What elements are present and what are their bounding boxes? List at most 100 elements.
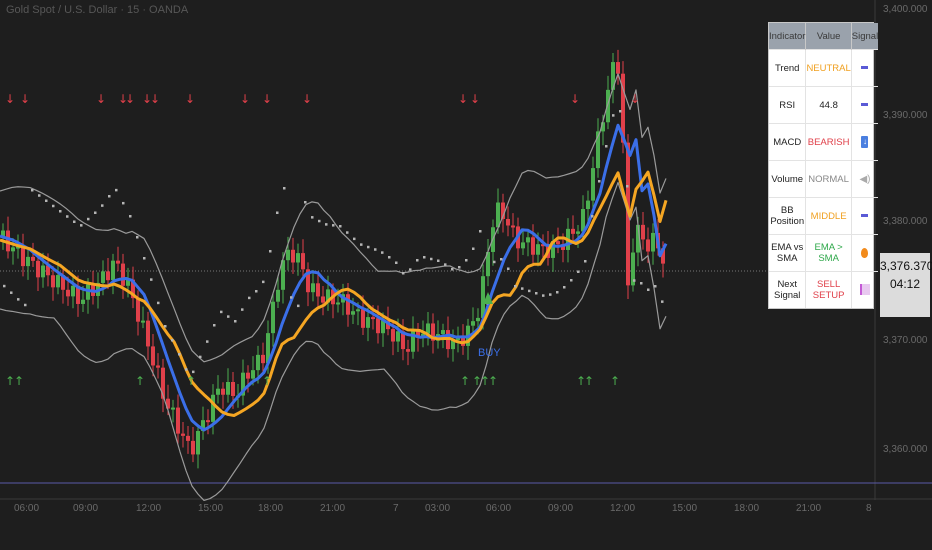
- sar-dot: [297, 304, 300, 308]
- bar-countdown: 04:12: [889, 277, 921, 291]
- sar-dot: [423, 256, 426, 259]
- sar-dot: [38, 194, 41, 197]
- indicator-name: Volume: [769, 160, 807, 198]
- candle-body: [411, 330, 415, 352]
- sar-dot: [213, 324, 216, 327]
- panel-row-next-signal: Next Signal SELL SETUP: [769, 271, 879, 308]
- sar-dot: [248, 296, 251, 300]
- signal-cell: [851, 271, 879, 308]
- candle-body: [191, 440, 195, 455]
- candle-body: [406, 349, 410, 352]
- candle-body: [471, 321, 475, 326]
- indicator-name: BB Position: [769, 197, 807, 235]
- candle-body: [116, 260, 120, 264]
- sar-dot: [227, 315, 230, 318]
- sar-dot: [388, 256, 391, 259]
- candle-body: [616, 62, 620, 74]
- sar-dot: [647, 288, 650, 291]
- signal-cell: ↓: [851, 123, 879, 161]
- current-price-badge: 3,376.370 04:12: [880, 253, 932, 317]
- sell-arrow-icon: ↓: [302, 92, 312, 106]
- candle-body: [71, 285, 75, 297]
- sar-dot: [374, 248, 377, 251]
- panel-row-volume: Volume NORMAL ◀): [769, 160, 879, 198]
- candle-body: [396, 331, 400, 342]
- sell-arrow-icon: ↓: [240, 92, 250, 106]
- sar-dot: [577, 270, 580, 273]
- signal-cell: [851, 234, 879, 272]
- sar-dot: [108, 195, 111, 198]
- indicator-value: 44.8: [805, 86, 852, 124]
- candle-body: [351, 311, 355, 315]
- buy-arrow-icon: ↑: [14, 374, 24, 388]
- candle-body: [646, 239, 650, 252]
- signal-cell: [851, 86, 879, 124]
- x-tick: 06:00: [14, 503, 40, 514]
- indicator-name: RSI: [769, 86, 807, 124]
- candle-body: [571, 228, 575, 234]
- sar-dot: [129, 215, 132, 218]
- candle-body: [21, 246, 25, 267]
- sar-dot: [262, 280, 265, 284]
- sar-dot: [73, 220, 76, 223]
- candle-body: [591, 168, 595, 201]
- sar-dot: [521, 287, 524, 290]
- sar-dot: [171, 339, 174, 342]
- sar-dot: [661, 300, 664, 303]
- x-tick: 12:00: [136, 503, 162, 514]
- candle-body: [66, 289, 70, 297]
- y-tick: 3,370.000: [883, 335, 928, 346]
- sar-dot: [437, 259, 440, 262]
- candle-body: [261, 354, 265, 364]
- candle-body: [371, 317, 375, 320]
- sar-dot: [185, 368, 188, 371]
- x-tick: 12:00: [610, 503, 636, 514]
- sar-dot: [654, 285, 657, 288]
- current-price: 3,376.370: [880, 259, 932, 273]
- x-tick: 15:00: [198, 503, 224, 514]
- candle-body: [361, 309, 365, 328]
- x-tick: 06:00: [486, 503, 512, 514]
- buy-arrow-icon: ↑: [262, 374, 272, 388]
- sar-dot: [528, 289, 531, 293]
- indicator-name: MACD: [769, 123, 807, 161]
- buy-arrow-icon: ↑: [584, 374, 594, 388]
- candle-body: [321, 296, 325, 303]
- x-tick: 09:00: [73, 503, 99, 514]
- signal-cell: [851, 197, 879, 235]
- sar-dot: [290, 296, 293, 299]
- sar-dot: [255, 290, 258, 293]
- bollinger-upper: [0, 73, 667, 363]
- sar-dot: [66, 215, 69, 218]
- candle-body: [481, 276, 485, 318]
- sar-dot: [94, 211, 97, 214]
- sar-dot: [472, 247, 475, 250]
- sar-dot: [3, 284, 6, 288]
- sar-dot: [465, 259, 468, 262]
- dash-icon: [861, 214, 869, 218]
- candle-body: [296, 253, 300, 263]
- candle-body: [276, 289, 280, 302]
- sar-dot: [451, 268, 454, 271]
- sar-dot: [311, 216, 314, 219]
- candle-body: [366, 317, 370, 328]
- dash-icon: [861, 103, 869, 107]
- dash-icon: [861, 66, 869, 70]
- y-tick: 3,380.000: [883, 216, 928, 227]
- candle-body: [196, 431, 200, 455]
- candle-body: [221, 388, 225, 395]
- candle-body: [146, 320, 150, 347]
- sar-dot: [178, 353, 181, 356]
- candle-body: [301, 253, 305, 270]
- sar-dot: [143, 257, 146, 260]
- candle-body: [106, 271, 110, 281]
- candle-body: [121, 263, 125, 286]
- sar-dot: [164, 325, 167, 328]
- candle-body: [56, 275, 60, 288]
- candle-body: [81, 299, 85, 304]
- candle-body: [291, 249, 295, 263]
- sar-dot: [122, 201, 125, 205]
- panel-row-rsi: RSI 44.8: [769, 86, 879, 124]
- sar-dot: [304, 201, 307, 204]
- candle-body: [311, 283, 315, 293]
